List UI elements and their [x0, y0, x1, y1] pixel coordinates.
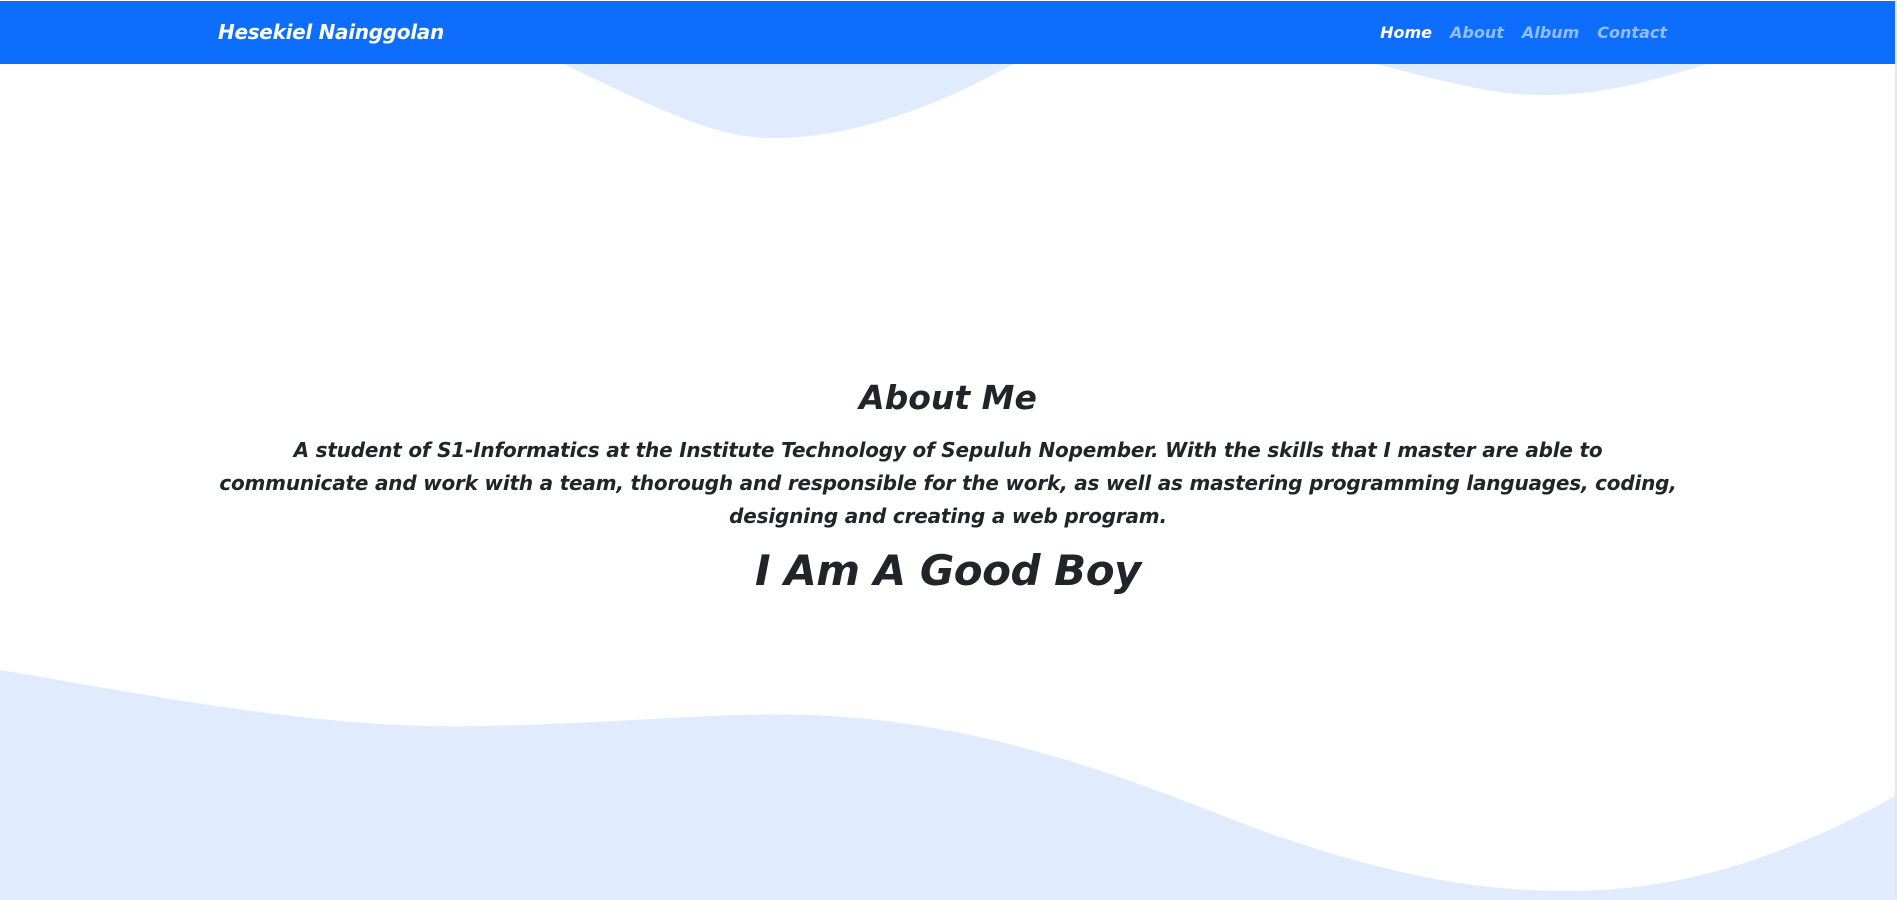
bottom-wave-decoration — [0, 670, 1897, 900]
nav-link-about[interactable]: About — [1450, 23, 1504, 42]
about-description: A student of S1-Informatics at the Insti… — [219, 438, 1677, 528]
brand-logo[interactable]: Hesekiel Nainggolan — [218, 20, 444, 44]
page: Hesekiel Nainggolan Home About Album Con… — [0, 0, 1897, 900]
nav-link-home[interactable]: Home — [1380, 23, 1432, 42]
nav-link-contact[interactable]: Contact — [1597, 23, 1667, 42]
about-heading: About Me — [859, 378, 1037, 417]
nav-link-album[interactable]: Album — [1522, 23, 1579, 42]
about-section: About Me A student of S1-Informatics at … — [218, 372, 1678, 601]
nav-links: Home About Album Contact — [1380, 23, 1667, 42]
tagline: I Am A Good Boy — [755, 546, 1141, 595]
top-navbar: Hesekiel Nainggolan Home About Album Con… — [0, 1, 1897, 64]
